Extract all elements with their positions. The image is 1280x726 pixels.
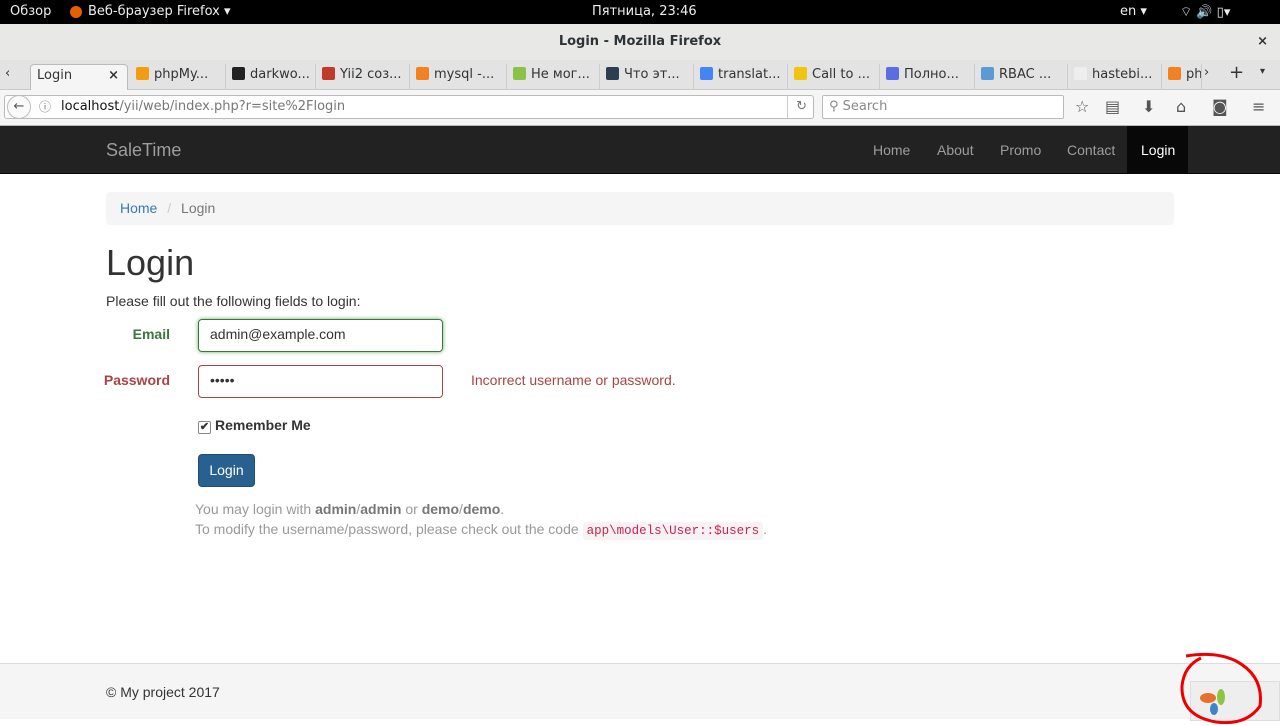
red-annotation-circle: [1180, 652, 1262, 725]
password-error: Incorrect username or password.: [471, 372, 676, 388]
tab-label: phpMy...: [154, 67, 209, 82]
tab-9[interactable]: Полно...: [880, 64, 975, 90]
window-close-button[interactable]: ×: [1257, 24, 1268, 60]
tab-6[interactable]: Что эт...: [600, 64, 694, 90]
clock[interactable]: Пятница, 23:46: [592, 4, 697, 19]
tab-favicon-icon: [700, 67, 713, 80]
hint-line-2: To modify the username/password, please …: [195, 521, 767, 540]
window-titlebar: Login - Mozilla Firefox ×: [0, 24, 1280, 60]
info-icon[interactable]: ⓘ: [39, 96, 51, 118]
home-icon[interactable]: ⌂: [1176, 97, 1186, 116]
tab-7[interactable]: translat...: [694, 64, 788, 90]
copyright: © My project 2017: [106, 684, 220, 700]
nav-promo[interactable]: Promo: [986, 126, 1055, 174]
tab-favicon-icon: [322, 67, 335, 80]
hint-line-1: You may login with admin/admin or demo/d…: [195, 501, 505, 517]
tab-0[interactable]: Login ×: [30, 64, 128, 90]
url-path: /yii/web/index.php?r=site%2Flogin: [119, 99, 346, 114]
tab-label: hastebi...: [1092, 67, 1153, 82]
tab-10[interactable]: RBAC ...: [975, 64, 1068, 90]
tab-label: Login: [37, 68, 73, 83]
tab-label: ph: [1186, 67, 1202, 82]
breadcrumb-home[interactable]: Home: [120, 200, 157, 216]
remember-me-label: Remember Me: [215, 417, 311, 433]
site-footer: © My project 2017: [0, 652, 1280, 725]
tab-favicon-icon: [513, 67, 526, 80]
downloads-icon[interactable]: ⬇: [1142, 97, 1155, 116]
reload-icon[interactable]: ↻: [787, 96, 807, 118]
tab-label: translat...: [718, 67, 781, 82]
tab-label: Yii2 соз...: [340, 67, 402, 82]
tab-list-icon[interactable]: ▾: [1260, 66, 1265, 77]
nav-login[interactable]: Login: [1127, 126, 1188, 174]
tabs-scroll-left-icon[interactable]: ‹: [5, 66, 10, 81]
overview-button[interactable]: Обзор: [10, 4, 51, 19]
tab-label: Call to ...: [812, 67, 870, 82]
tab-label: Не мог...: [531, 67, 590, 82]
system-top-bar: Обзор Веб-браузер Firefox ▾ Пятница, 23:…: [0, 0, 1280, 24]
login-button[interactable]: Login: [198, 454, 255, 487]
email-field[interactable]: admin@example.com: [198, 319, 443, 352]
tab-label: Что эт...: [624, 67, 680, 82]
breadcrumb-current: Login: [181, 200, 216, 216]
bookmark-star-icon[interactable]: ☆: [1075, 97, 1089, 116]
language-menu[interactable]: en ▾: [1120, 4, 1147, 19]
menu-icon[interactable]: ≡: [1252, 97, 1265, 116]
search-icon: ⚲: [829, 99, 843, 114]
tab-8[interactable]: Call to ...: [788, 64, 880, 90]
search-placeholder: Search: [842, 99, 888, 114]
tab-favicon-icon: [1074, 67, 1087, 80]
search-input[interactable]: ⚲ Search: [822, 95, 1064, 119]
breadcrumb-separator: /: [167, 200, 172, 216]
checkbox-checked-icon[interactable]: ✔: [198, 421, 211, 434]
tab-favicon-icon: [416, 67, 429, 80]
tab-favicon-icon: [886, 67, 899, 80]
password-field[interactable]: •••••: [198, 365, 443, 398]
tab-1[interactable]: phpMy...: [130, 64, 226, 90]
tab-label: mysql -...: [434, 67, 495, 82]
system-status-icons[interactable]: ⌔ 🔊 ▯▾: [1180, 4, 1230, 20]
new-tab-icon[interactable]: +: [1229, 62, 1244, 83]
code-snippet: app\models\User::$users: [582, 522, 764, 540]
tabs-scroll-right-icon[interactable]: ›: [1204, 65, 1209, 80]
email-label: Email: [132, 326, 170, 342]
navigation-toolbar: ← ⓘ localhost/yii/web/index.php?r=site%2…: [0, 90, 1280, 126]
intro-text: Please fill out the following fields to …: [106, 293, 361, 309]
tab-favicon-icon: [606, 67, 619, 80]
window-title: Login - Mozilla Firefox: [558, 34, 722, 49]
tab-4[interactable]: mysql -...: [410, 64, 507, 90]
tab-favicon-icon: [981, 67, 994, 80]
url-host: localhost: [61, 99, 120, 114]
remember-me-checkbox[interactable]: ✔ Remember Me: [198, 417, 311, 434]
nav-contact[interactable]: Contact: [1053, 126, 1129, 174]
password-label: Password: [103, 372, 170, 388]
tab-11[interactable]: hastebi...: [1068, 64, 1162, 90]
tab-2[interactable]: darkwo...: [226, 64, 316, 90]
tab-5[interactable]: Не мог...: [507, 64, 600, 90]
app-menu[interactable]: Веб-браузер Firefox ▾: [88, 4, 231, 19]
tab-label: RBAC ...: [999, 67, 1052, 82]
firefox-icon: [70, 6, 82, 18]
url-bar[interactable]: ← ⓘ localhost/yii/web/index.php?r=site%2…: [4, 95, 814, 119]
breadcrumb: Home / Login: [106, 192, 1174, 225]
site-navbar: SaleTime Home About Promo Contact Login: [0, 126, 1280, 174]
nav-home[interactable]: Home: [859, 126, 924, 174]
tab-favicon-icon: [794, 67, 807, 80]
pocket-icon[interactable]: ◙: [1212, 97, 1228, 116]
page-title: Login: [106, 242, 195, 283]
tab-close-icon[interactable]: ×: [108, 65, 119, 87]
tab-favicon-icon: [1168, 67, 1181, 80]
tab-12[interactable]: ph: [1162, 64, 1202, 90]
nav-about[interactable]: About: [923, 126, 988, 174]
back-button[interactable]: ←: [7, 95, 31, 119]
tab-bar: ‹ Login × phpMy... darkwo... Yii2 соз... mysq…: [0, 60, 1280, 90]
tab-favicon-icon: [136, 67, 149, 80]
tab-label: darkwo...: [250, 67, 310, 82]
tab-favicon-icon: [232, 67, 245, 80]
site-brand[interactable]: SaleTime: [106, 140, 181, 161]
tab-3[interactable]: Yii2 соз...: [316, 64, 410, 90]
reading-list-icon[interactable]: ▤: [1105, 97, 1120, 116]
tab-label: Полно...: [904, 67, 959, 82]
